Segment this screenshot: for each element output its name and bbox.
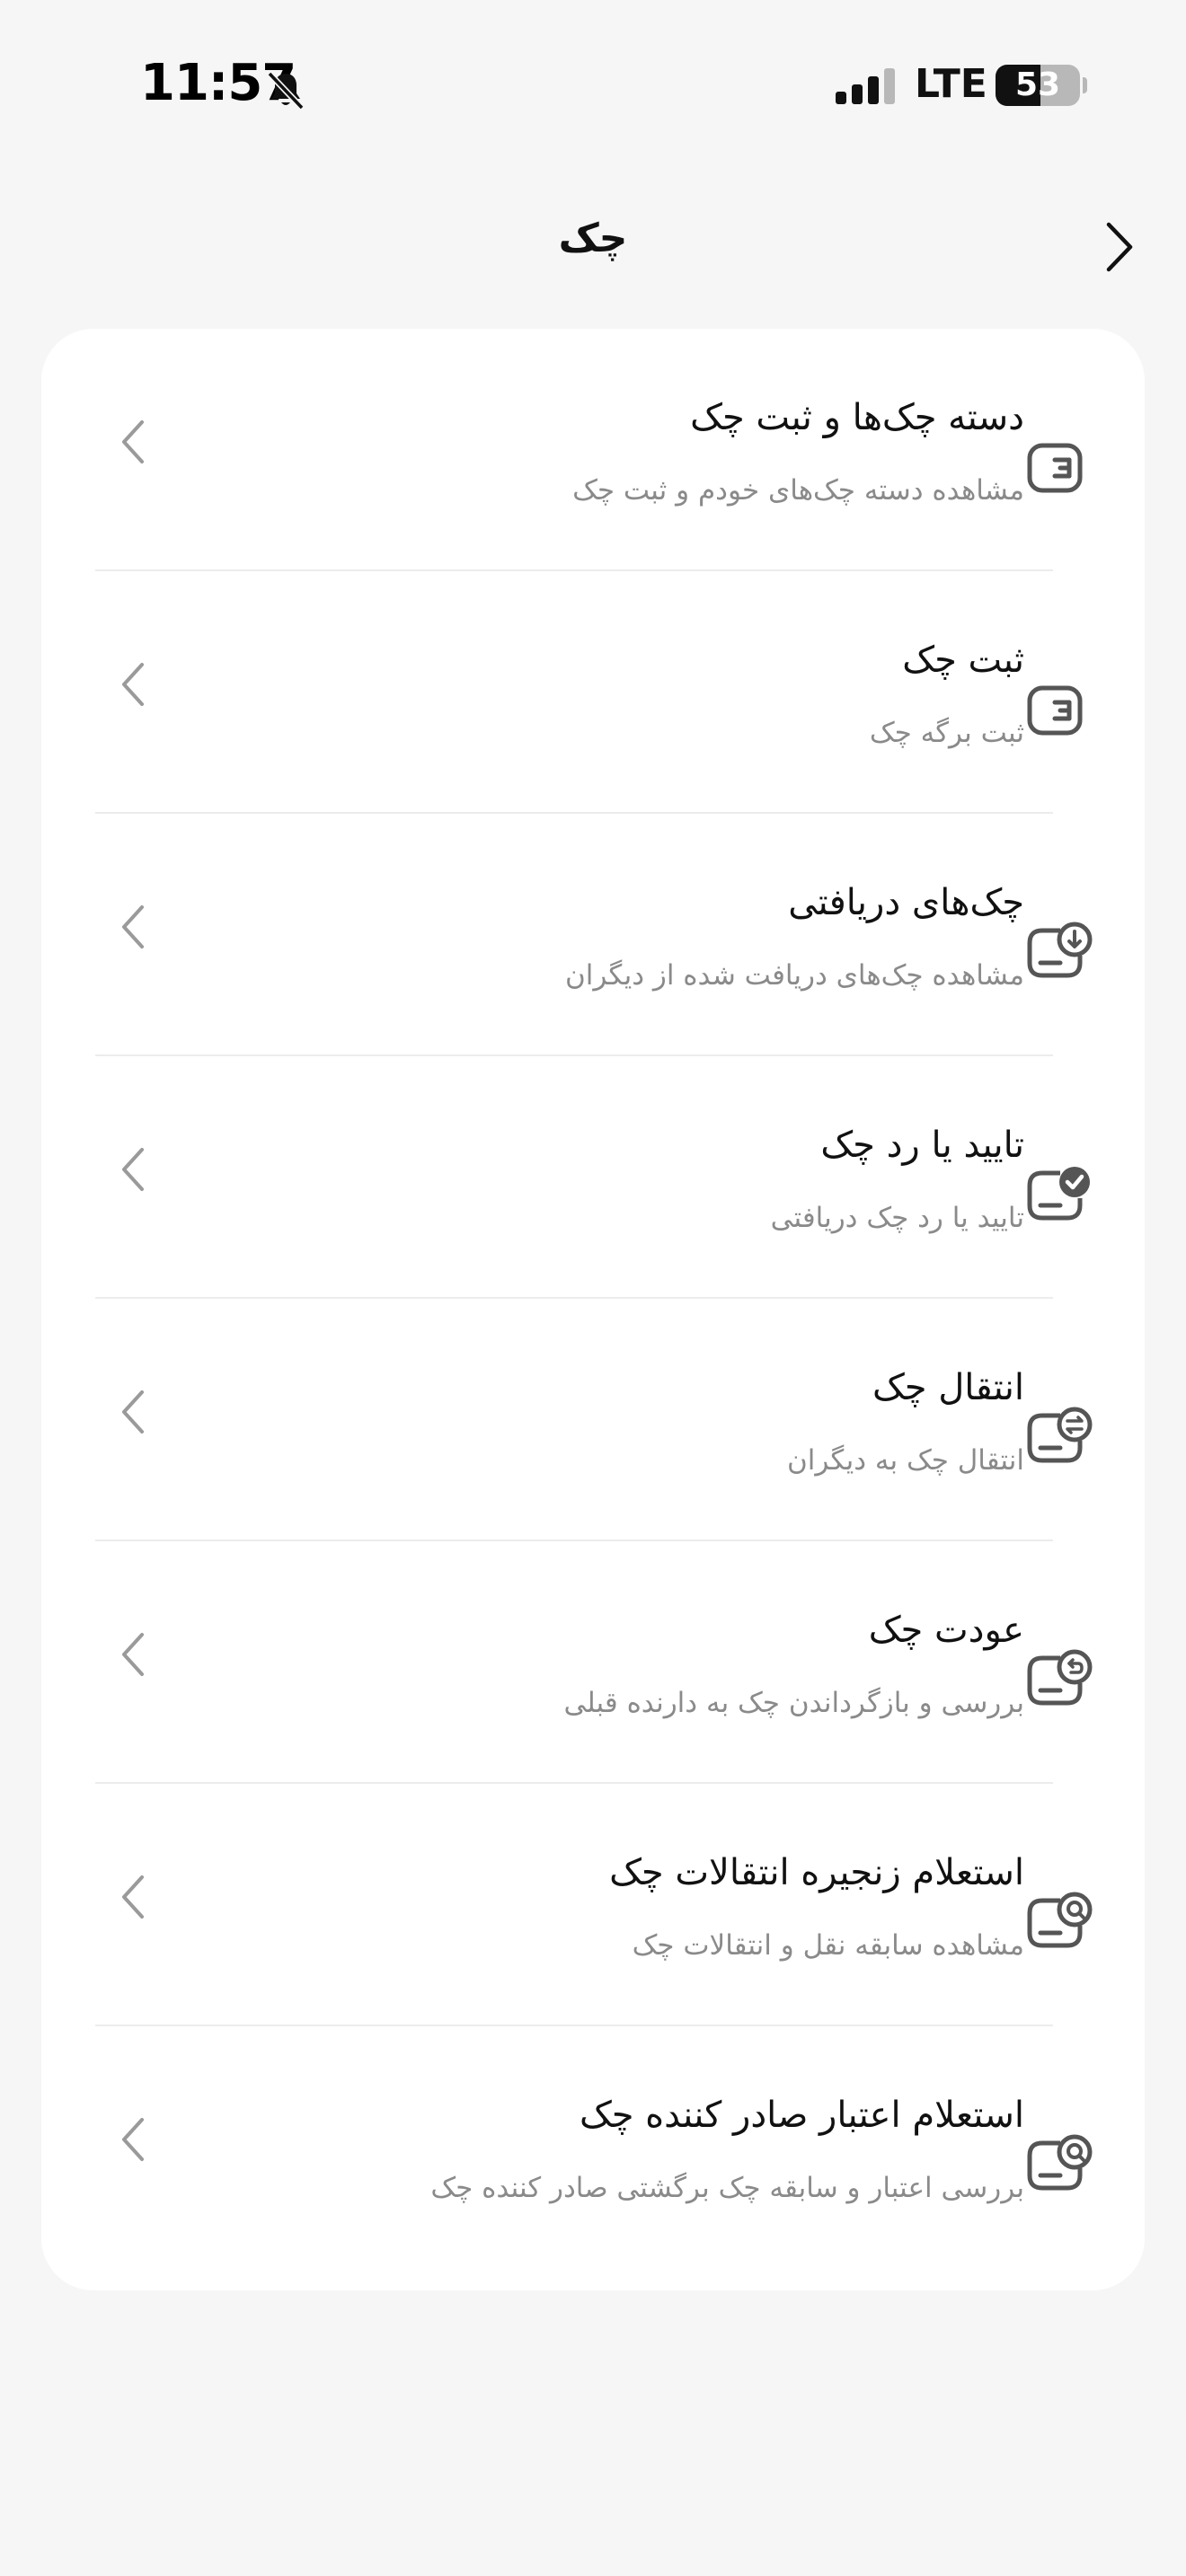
checkbook-icon	[1027, 685, 1083, 736]
battery-percent: 53	[1014, 66, 1061, 103]
menu-item-title: استعلام زنجیره انتقالات چک	[609, 1852, 1024, 1893]
check-download-icon	[1027, 922, 1093, 978]
check-return-icon	[1027, 1649, 1093, 1706]
status-bar: 11:57 LTE 53	[0, 0, 1186, 171]
menu-item-subtitle: مشاهده چک‌های دریافت شده از دیگران	[564, 959, 1024, 992]
menu-item-subtitle: ثبت برگه چک	[869, 717, 1024, 749]
menu-item-subtitle: تایید یا رد چک دریافتی	[770, 1202, 1024, 1234]
menu-item-subtitle: بررسی و بازگرداندن چک به دارنده قبلی	[563, 1687, 1024, 1719]
chevron-left-icon	[122, 1633, 144, 1676]
checkbook-icon	[1027, 443, 1083, 493]
battery-indicator: 53	[996, 65, 1080, 106]
menu-item-title: تایید یا رد چک	[820, 1125, 1024, 1166]
chevron-left-icon	[122, 1148, 144, 1191]
chevron-left-icon	[122, 420, 144, 463]
check-approve-icon	[1027, 1167, 1090, 1221]
menu-item-title: استعلام اعتبار صادر کننده چک	[579, 2095, 1024, 2136]
menu-item-subtitle: مشاهده دسته چک‌های خودم و ثبت چک	[572, 474, 1024, 507]
menu-item[interactable]: انتقال چک انتقال چک به دیگران	[41, 1299, 1145, 1541]
menu-item[interactable]: استعلام اعتبار صادر کننده چک بررسی اعتبار…	[41, 2026, 1145, 2269]
chevron-left-icon	[122, 1390, 144, 1434]
menu-item-title: دسته چک‌ها و ثبت چک	[690, 397, 1024, 438]
nav-header: چک	[0, 198, 1186, 296]
menu-item[interactable]: استعلام زنجیره انتقالات چک مشاهده سابقه ن…	[41, 1784, 1145, 2026]
check-transfer-icon	[1027, 1407, 1093, 1463]
menu-item[interactable]: چک‌های دریافتی مشاهده چک‌های دریافت شده ا…	[41, 814, 1145, 1056]
menu-item-title: ثبت چک	[902, 640, 1024, 681]
menu-item-subtitle: مشاهده سابقه نقل و انتقالات چک	[632, 1929, 1024, 1962]
check-inquiry-icon	[1027, 2134, 1093, 2191]
cellular-signal-icon	[836, 68, 895, 104]
menu-item-subtitle: انتقال چک به دیگران	[787, 1444, 1024, 1477]
battery-nub	[1083, 77, 1087, 93]
chevron-left-icon	[122, 905, 144, 948]
back-chevron-icon[interactable]	[1087, 216, 1150, 278]
menu-item[interactable]: عودت چک بررسی و بازگرداندن چک به دارنده ق…	[41, 1541, 1145, 1784]
menu-item[interactable]: دسته چک‌ها و ثبت چک مشاهده دسته چک‌های خو…	[41, 329, 1145, 571]
chevron-left-icon	[122, 2118, 144, 2161]
menu-item-title: انتقال چک	[872, 1367, 1024, 1408]
menu-item-title: چک‌های دریافتی	[788, 882, 1024, 923]
page-title: چک	[558, 216, 628, 261]
menu-item-title: عودت چک	[868, 1610, 1024, 1651]
menu-card: دسته چک‌ها و ثبت چک مشاهده دسته چک‌های خو…	[41, 329, 1145, 2290]
chevron-left-icon	[122, 1875, 144, 1919]
chevron-left-icon	[122, 663, 144, 706]
menu-item[interactable]: تایید یا رد چک تایید یا رد چک دریافتی	[41, 1056, 1145, 1299]
check-inquiry-icon	[1027, 1892, 1093, 1948]
menu-item[interactable]: ثبت چک ثبت برگه چک	[41, 571, 1145, 814]
network-type: LTE	[915, 61, 987, 107]
menu-item-subtitle: بررسی اعتبار و سابقه چک برگشتی صادر کنند…	[430, 2172, 1024, 2204]
bell-muted-icon	[267, 71, 305, 110]
